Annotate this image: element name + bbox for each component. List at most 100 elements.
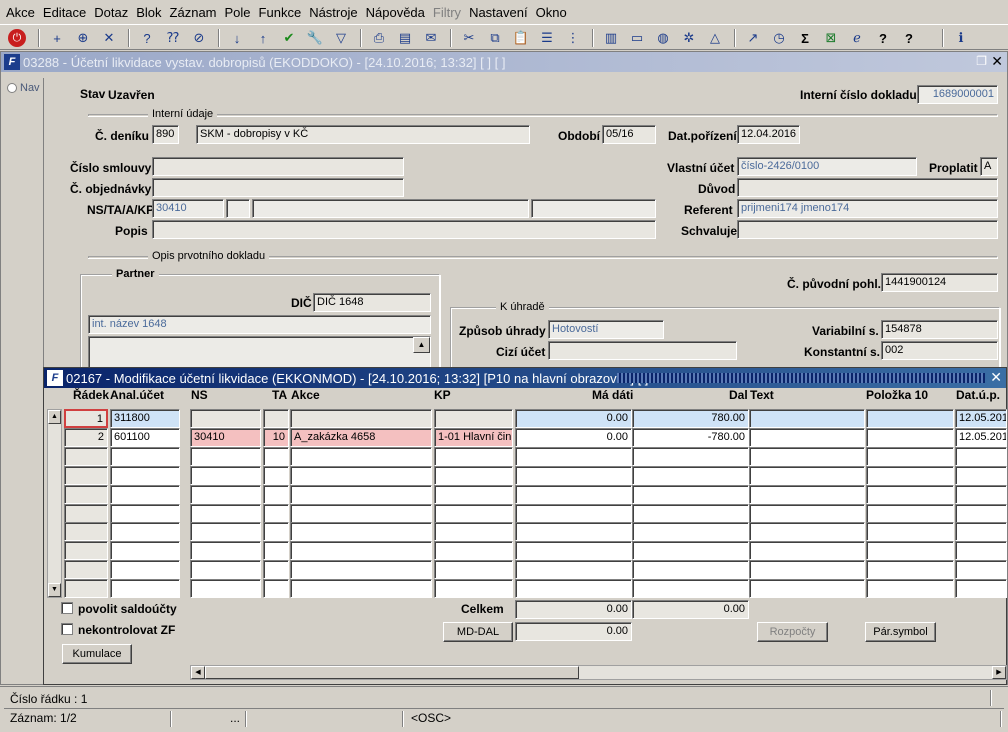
main-window-titlebar[interactable]: F 03288 - Účetní likvidace vystav. dobro…: [1, 52, 1007, 72]
grid-vscrollbar[interactable]: ▲ ▼: [47, 409, 62, 598]
grid-cell-empty[interactable]: [263, 485, 289, 504]
copy-icon[interactable]: ⧉: [484, 27, 506, 49]
sum-icon[interactable]: Σ: [794, 27, 816, 49]
grid-cell-ns[interactable]: [190, 409, 261, 428]
grid-cell-empty[interactable]: [263, 541, 289, 560]
query-run-icon[interactable]: ⁇: [162, 27, 184, 49]
grid-cell-empty[interactable]: [632, 447, 749, 466]
hscroll-thumb[interactable]: [205, 666, 579, 679]
grid-cell-empty[interactable]: [866, 447, 954, 466]
print-icon[interactable]: ⎙: [368, 27, 390, 49]
grid-cell-empty[interactable]: [515, 466, 632, 485]
grid-cell-ma-dati[interactable]: 0.00: [515, 409, 632, 428]
grid-cell-empty[interactable]: [290, 485, 432, 504]
grid-cell-polozka[interactable]: [866, 409, 954, 428]
grid-scroll-down-icon[interactable]: ▼: [48, 583, 61, 597]
grid-cell-empty[interactable]: [632, 504, 749, 523]
md-dal-button[interactable]: MD-DAL: [443, 622, 513, 642]
menu-nastaveni[interactable]: Nastavení: [465, 5, 532, 20]
exit-icon[interactable]: ⏻: [8, 29, 26, 47]
grid-cell-empty[interactable]: [263, 560, 289, 579]
grid-cell-empty[interactable]: [434, 579, 513, 598]
ta-field[interactable]: [226, 199, 250, 218]
duvod-field[interactable]: [737, 178, 998, 197]
grid-cell-ns[interactable]: 30410: [190, 428, 261, 447]
interni-cislo-field[interactable]: 1689000001: [917, 85, 998, 104]
close-icon[interactable]: ✕: [991, 53, 1003, 70]
tree-icon[interactable]: ⋮: [562, 27, 584, 49]
menu-pole[interactable]: Pole: [221, 5, 255, 20]
grid-cell-empty[interactable]: [749, 466, 865, 485]
grid-cell-empty[interactable]: [866, 504, 954, 523]
grid-cell-empty[interactable]: [749, 579, 865, 598]
excel-icon[interactable]: ⊠: [820, 27, 842, 49]
modal-titlebar[interactable]: F 02167 - Modifikace účetní likvidace (E…: [44, 368, 1006, 388]
clock-icon[interactable]: ◷: [768, 27, 790, 49]
add-row-icon[interactable]: +: [46, 27, 68, 49]
grid-cell-empty[interactable]: [515, 485, 632, 504]
grid-cell-empty[interactable]: [190, 485, 261, 504]
settings-icon[interactable]: ✲: [678, 27, 700, 49]
grid-cell-empty[interactable]: [290, 560, 432, 579]
modal-close-icon[interactable]: ✕: [990, 369, 1002, 386]
menu-funkce[interactable]: Funkce: [255, 5, 306, 20]
variabilni-field[interactable]: 154878: [881, 320, 998, 339]
denik-name-field[interactable]: SKM - dobropisy v KČ: [196, 125, 530, 144]
grid-cell-empty[interactable]: [190, 560, 261, 579]
grid-cell-empty[interactable]: [632, 541, 749, 560]
grid-cell-radek[interactable]: 2: [64, 428, 108, 447]
grid-cell-empty[interactable]: [64, 485, 108, 504]
ie-icon[interactable]: ℯ: [846, 27, 868, 49]
cislo-smlouvy-field[interactable]: [152, 157, 404, 176]
grid-cell-empty[interactable]: [190, 522, 261, 541]
list-icon[interactable]: ☰: [536, 27, 558, 49]
grid-cell-empty[interactable]: [110, 504, 180, 523]
grid-cell-dat[interactable]: 12.05.201: [955, 409, 1007, 428]
commit-icon[interactable]: ✔: [278, 27, 300, 49]
nekontrolovat-zf-checkbox[interactable]: [61, 623, 73, 635]
grid-cell-empty[interactable]: [263, 466, 289, 485]
query-icon[interactable]: ?: [136, 27, 158, 49]
grid-cell-ta[interactable]: 10: [263, 428, 289, 447]
grid-cell-empty[interactable]: [955, 466, 1007, 485]
grid-cell-empty[interactable]: [263, 579, 289, 598]
sort-desc-icon[interactable]: ↑: [252, 27, 274, 49]
print-preview-icon[interactable]: ▤: [394, 27, 416, 49]
vlastni-ucet-field[interactable]: číslo-2426/0100: [737, 157, 917, 176]
hscroll-right-icon[interactable]: ▶: [992, 666, 1006, 679]
grid-cell-kp[interactable]: [434, 409, 513, 428]
grid-cell-empty[interactable]: [955, 579, 1007, 598]
grid-cell-ma-dati[interactable]: 0.00: [515, 428, 632, 447]
grid-cell-empty[interactable]: [632, 579, 749, 598]
grid-cell-empty[interactable]: [955, 522, 1007, 541]
grid-cell-empty[interactable]: [749, 447, 865, 466]
grid-cell-empty[interactable]: [434, 466, 513, 485]
tools-icon[interactable]: 🔧: [304, 27, 326, 49]
menu-blok[interactable]: Blok: [132, 5, 165, 20]
grid-cell-empty[interactable]: [190, 541, 261, 560]
grid-cell-empty[interactable]: [866, 522, 954, 541]
save-icon[interactable]: ▭: [626, 27, 648, 49]
celkem-ma-dati-field[interactable]: 0.00: [515, 600, 632, 619]
grid-cell-empty[interactable]: [64, 560, 108, 579]
grid-cell-empty[interactable]: [866, 541, 954, 560]
dic-field[interactable]: DIČ 1648: [313, 293, 431, 312]
grid-cell-empty[interactable]: [955, 541, 1007, 560]
celkem-dal-field[interactable]: 0.00: [632, 600, 749, 619]
sort-asc-icon[interactable]: ↓: [226, 27, 248, 49]
restore-icon[interactable]: ❐: [976, 54, 987, 68]
grid-cell-empty[interactable]: [110, 466, 180, 485]
filter-icon[interactable]: ▽: [330, 27, 352, 49]
obdobi-field[interactable]: 05/16: [602, 125, 656, 144]
grid-cell-anal[interactable]: 311800: [110, 409, 180, 428]
akce-field[interactable]: [252, 199, 529, 218]
grid-cell-empty[interactable]: [190, 447, 261, 466]
zpusob-uhrady-field[interactable]: Hotovostí: [548, 320, 664, 339]
info-icon[interactable]: ℹ: [950, 27, 972, 49]
grid-cell-empty[interactable]: [515, 541, 632, 560]
grid-cell-empty[interactable]: [434, 485, 513, 504]
grid-cell-empty[interactable]: [110, 447, 180, 466]
mail-icon[interactable]: ✉: [420, 27, 442, 49]
grid-cell-empty[interactable]: [749, 504, 865, 523]
popis-field[interactable]: [152, 220, 656, 239]
